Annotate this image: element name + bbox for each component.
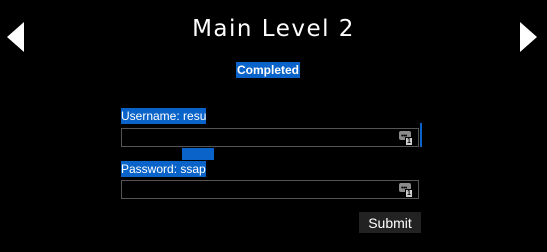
password-manager-badge: 1	[405, 189, 413, 198]
submit-button[interactable]: Submit	[359, 212, 421, 233]
password-manager-badge: 1	[405, 137, 413, 146]
status-label: Completed	[236, 62, 301, 78]
password-field-container: ••• 1	[121, 180, 419, 199]
page-title: Main Level 2	[192, 16, 355, 42]
selection-edge	[420, 123, 422, 147]
password-manager-icon[interactable]: ••• 1	[399, 182, 413, 198]
password-label: Password: ssap	[121, 161, 206, 177]
selection-highlight	[182, 148, 214, 160]
next-level-arrow-icon[interactable]	[516, 20, 540, 54]
username-input[interactable]	[124, 130, 396, 145]
username-label: Username: resu	[121, 108, 207, 124]
password-input[interactable]	[124, 182, 396, 197]
username-field-container: ••• 1	[121, 128, 419, 147]
password-manager-icon[interactable]: ••• 1	[399, 130, 413, 146]
